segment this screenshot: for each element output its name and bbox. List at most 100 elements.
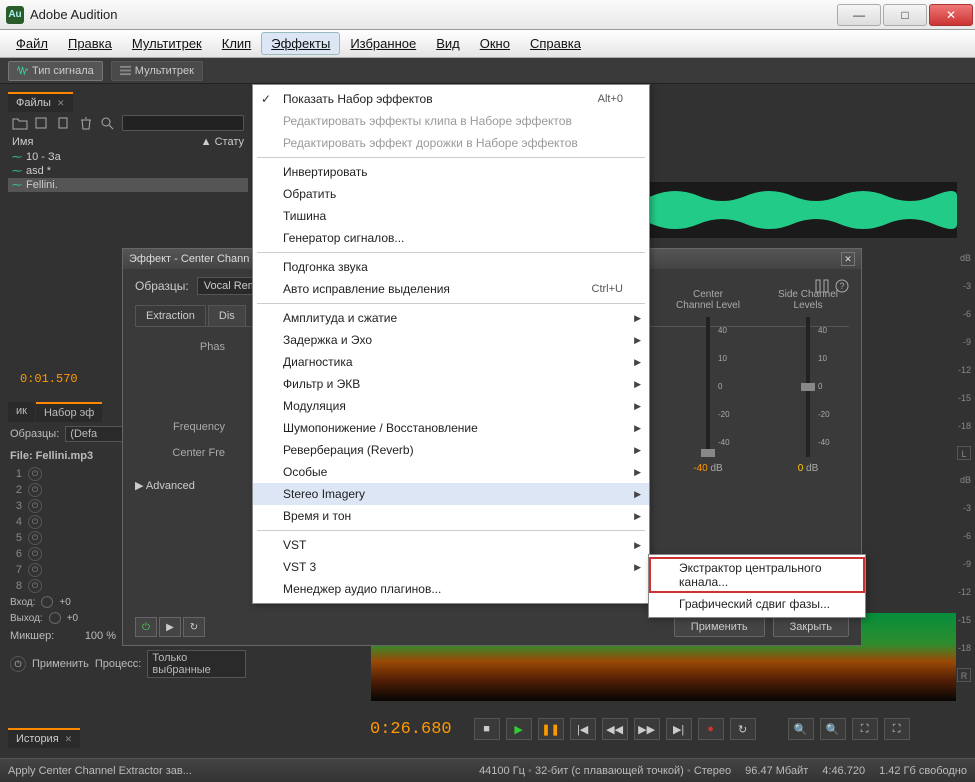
menu-filter-eq[interactable]: Фильтр и ЭКВ: [253, 373, 649, 395]
menu-silence[interactable]: Тишина: [253, 205, 649, 227]
signal-type-button[interactable]: Тип сигнала: [8, 61, 103, 81]
channel-r-badge[interactable]: R: [957, 668, 971, 682]
statusbar: Apply Center Channel Extractor зав... 44…: [0, 758, 975, 782]
file-row[interactable]: ⁓asd *: [8, 164, 248, 178]
menu-file[interactable]: Файл: [6, 32, 58, 55]
effect-loop-button[interactable]: ↻: [183, 617, 205, 637]
menu-effects[interactable]: Эффекты: [261, 32, 340, 55]
menu-edit-clip-fx: Редактировать эффекты клипа в Наборе эфф…: [253, 110, 649, 132]
menu-modulation[interactable]: Модуляция: [253, 395, 649, 417]
center-level-slider[interactable]: Center Channel Level 40100-20-40 -40 dB: [673, 289, 743, 474]
play-button[interactable]: ▶: [506, 718, 532, 740]
rack-apply-button[interactable]: Применить: [32, 658, 89, 670]
menu-delay[interactable]: Задержка и Эхо: [253, 329, 649, 351]
mixer-label: Микшер:: [10, 630, 54, 642]
history-tab[interactable]: История: [8, 728, 80, 748]
side-level-slider[interactable]: Side Channel Levels 40100-20-40 0 dB: [773, 289, 843, 474]
menu-help[interactable]: Справка: [520, 32, 591, 55]
menu-view[interactable]: Вид: [426, 32, 470, 55]
power-icon[interactable]: ⏻: [28, 579, 42, 593]
input-gain-knob[interactable]: [41, 596, 53, 608]
menu-diagnostics[interactable]: Диагностика: [253, 351, 649, 373]
menu-special[interactable]: Особые: [253, 461, 649, 483]
tab-effects-rack[interactable]: Набор эф: [36, 402, 102, 422]
menu-multitrack[interactable]: Мультитрек: [122, 32, 212, 55]
power-icon[interactable]: ⏻: [28, 563, 42, 577]
close-effect-button[interactable]: Закрыть: [773, 617, 849, 637]
maximize-button[interactable]: □: [883, 4, 927, 26]
menu-match-loudness[interactable]: Подгонка звука: [253, 256, 649, 278]
effect-power-button[interactable]: ⏻: [135, 617, 157, 637]
center-freq-label: Center Fre: [135, 447, 225, 459]
search-icon[interactable]: [100, 116, 116, 130]
close-button[interactable]: ✕: [929, 4, 973, 26]
multitrack-button[interactable]: Мультитрек: [111, 61, 203, 81]
power-icon[interactable]: ⏻: [28, 467, 42, 481]
stop-button[interactable]: ■: [474, 718, 500, 740]
menu-clip[interactable]: Клип: [212, 32, 261, 55]
menu-auto-heal[interactable]: Авто исправление выделенияCtrl+U: [253, 278, 649, 300]
menu-edit-track-fx: Редактировать эффект дорожки в Наборе эф…: [253, 132, 649, 154]
files-tab[interactable]: Файлы: [8, 92, 73, 112]
extraction-tab[interactable]: Extraction: [135, 305, 206, 326]
files-search-input[interactable]: [122, 115, 244, 131]
dialog-close-button[interactable]: ✕: [841, 252, 855, 266]
output-gain-knob[interactable]: [49, 612, 61, 624]
menu-noise-reduction[interactable]: Шумопонижение / Восстановление: [253, 417, 649, 439]
menu-vst[interactable]: VST: [253, 534, 649, 556]
menu-generator[interactable]: Генератор сигналов...: [253, 227, 649, 249]
menu-edit[interactable]: Правка: [58, 32, 122, 55]
menu-plugin-manager[interactable]: Менеджер аудио плагинов...: [253, 578, 649, 600]
menu-window[interactable]: Окно: [470, 32, 520, 55]
skip-end-button[interactable]: ▶|: [666, 718, 692, 740]
forward-button[interactable]: ▶▶: [634, 718, 660, 740]
transport-bar: 0:26.680 ■ ▶ ❚❚ |◀ ◀◀ ▶▶ ▶| ● ↻ 🔍 🔍 ⛶ ⛶: [370, 714, 957, 744]
discrimination-tab[interactable]: Dis: [208, 305, 246, 326]
menu-show-rack[interactable]: Показать Набор эффектовAlt+0: [253, 88, 649, 110]
menu-invert[interactable]: Инвертировать: [253, 161, 649, 183]
menu-time-pitch[interactable]: Время и тон: [253, 505, 649, 527]
power-icon[interactable]: ⏻: [28, 531, 42, 545]
files-col-status[interactable]: ▲ Стату: [201, 136, 244, 148]
import-icon[interactable]: [34, 116, 50, 130]
stereo-imagery-submenu: Экстрактор центрального канала... Графич…: [648, 554, 866, 618]
apply-button[interactable]: Применить: [674, 617, 765, 637]
zoom-fit-icon[interactable]: ⛶: [852, 718, 878, 740]
zoom-selection-icon[interactable]: ⛶: [884, 718, 910, 740]
status-filesize: 96.47 Мбайт: [745, 765, 808, 777]
file-row[interactable]: ⁓Fellini.: [8, 178, 248, 192]
menu-amplitude[interactable]: Амплитуда и сжатие: [253, 307, 649, 329]
menu-favorites[interactable]: Избранное: [340, 32, 426, 55]
menu-reverb[interactable]: Реверберация (Reverb): [253, 439, 649, 461]
effect-preview-play-button[interactable]: ▶: [159, 617, 181, 637]
files-panel: Файлы Имя ▲ Стату ⁓10 - За ⁓asd * ⁓Felli…: [8, 92, 248, 162]
channel-l-badge[interactable]: L: [957, 446, 971, 460]
menu-graphic-phase-shifter[interactable]: Графический сдвиг фазы...: [649, 593, 865, 615]
menu-vst3[interactable]: VST 3: [253, 556, 649, 578]
power-icon[interactable]: ⏻: [28, 483, 42, 497]
process-dropdown[interactable]: Только выбранные: [147, 650, 246, 678]
zoom-out-icon[interactable]: 🔍: [820, 718, 846, 740]
skip-start-button[interactable]: |◀: [570, 718, 596, 740]
menu-stereo-imagery[interactable]: Stereo Imagery: [253, 483, 649, 505]
power-icon[interactable]: ⏻: [28, 547, 42, 561]
delete-icon[interactable]: [78, 116, 94, 130]
files-col-name[interactable]: Имя: [12, 136, 33, 148]
tab-ik[interactable]: ик: [8, 402, 35, 422]
timecode-display[interactable]: 0:26.680: [370, 720, 452, 739]
file-row[interactable]: ⁓10 - За: [8, 150, 248, 164]
rack-power-icon[interactable]: ⏻: [10, 656, 26, 672]
open-folder-icon[interactable]: [12, 116, 28, 130]
zoom-in-icon[interactable]: 🔍: [788, 718, 814, 740]
power-icon[interactable]: ⏻: [28, 499, 42, 513]
menu-reverse[interactable]: Обратить: [253, 183, 649, 205]
loop-button[interactable]: ↻: [730, 718, 756, 740]
rewind-button[interactable]: ◀◀: [602, 718, 628, 740]
minimize-button[interactable]: —: [837, 4, 881, 26]
status-diskfree: 1.42 Гб свободно: [879, 765, 967, 777]
new-file-icon[interactable]: [56, 116, 72, 130]
menu-center-channel-extractor[interactable]: Экстрактор центрального канала...: [649, 557, 865, 593]
record-button[interactable]: ●: [698, 718, 724, 740]
pause-button[interactable]: ❚❚: [538, 718, 564, 740]
power-icon[interactable]: ⏻: [28, 515, 42, 529]
